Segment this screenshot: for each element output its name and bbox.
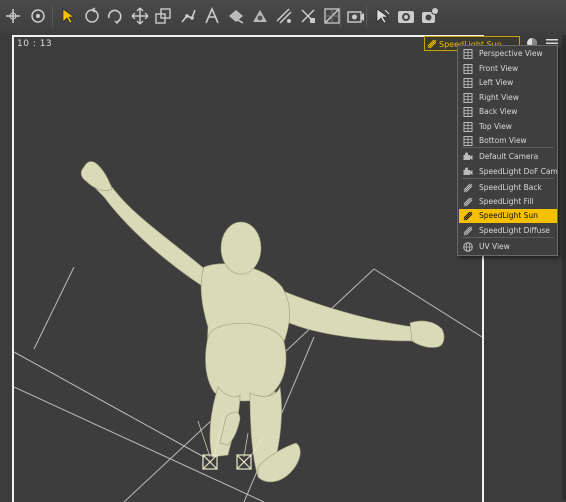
main-toolbar: [0, 0, 566, 35]
transfer-icon[interactable]: [274, 6, 294, 26]
menu-item-label: Right View: [479, 93, 519, 102]
node-selection-icon[interactable]: [28, 6, 48, 26]
node-weight-icon[interactable]: [202, 6, 222, 26]
render-settings-icon[interactable]: [420, 6, 440, 26]
menu-item-perspective-view[interactable]: Perspective View: [459, 47, 557, 61]
menu-item-label: Left View: [479, 78, 514, 87]
surface-selection-icon[interactable]: [226, 6, 246, 26]
menu-item-speedlight-diffuse[interactable]: SpeedLight Diffuse: [459, 224, 557, 238]
menu-item-right-view[interactable]: Right View: [459, 91, 557, 105]
translate-icon[interactable]: [130, 6, 150, 26]
view-grid-icon: [463, 136, 473, 146]
geometry-editor-icon[interactable]: [250, 6, 270, 26]
spot-render-icon[interactable]: [372, 6, 392, 26]
scale-icon[interactable]: [153, 6, 173, 26]
menu-item-speedlight-sun[interactable]: SpeedLight Sun: [459, 209, 557, 223]
menu-item-label: SpeedLight DoF Cam: [479, 167, 558, 176]
spotlight-icon: [463, 197, 473, 207]
spotlight-icon: [463, 211, 473, 221]
render-icon[interactable]: [396, 6, 416, 26]
orbit-icon[interactable]: [105, 6, 125, 26]
menu-item-label: Perspective View: [479, 49, 543, 58]
menu-item-label: Front View: [479, 64, 519, 73]
toolbar-separator: [366, 5, 367, 27]
camera-icon: [463, 152, 473, 160]
menu-item-speedlight-dof-cam[interactable]: SpeedLight DoF Cam: [459, 165, 558, 179]
view-grid-icon: [463, 107, 473, 117]
menu-separator: [462, 237, 554, 238]
menu-item-label: Default Camera: [479, 152, 539, 161]
menu-item-label: SpeedLight Back: [479, 183, 542, 192]
menu-separator: [462, 178, 554, 179]
toolbar-separator: [52, 5, 53, 27]
spotlight-icon: [463, 226, 473, 236]
menu-item-default-camera[interactable]: Default Camera: [459, 150, 557, 164]
menu-item-label: UV View: [479, 242, 510, 251]
menu-item-label: SpeedLight Diffuse: [479, 226, 550, 235]
toolbar-separator: [340, 5, 341, 27]
camera-icon: [463, 167, 473, 175]
menu-item-back-view[interactable]: Back View: [459, 105, 557, 119]
menu-item-speedlight-back[interactable]: SpeedLight Back: [459, 181, 557, 195]
rotate-view-icon[interactable]: [82, 6, 102, 26]
menu-item-label: Back View: [479, 107, 518, 116]
spotlight-icon: [463, 183, 473, 193]
menu-item-label: Top View: [479, 122, 512, 131]
spotlight-icon: [427, 39, 437, 49]
select-arrow-icon[interactable]: [58, 6, 78, 26]
menu-item-left-view[interactable]: Left View: [459, 76, 557, 90]
view-grid-icon: [463, 93, 473, 103]
menu-item-bottom-view[interactable]: Bottom View: [459, 134, 557, 148]
menu-item-speedlight-fill[interactable]: SpeedLight Fill: [459, 195, 557, 209]
region-navigator-icon[interactable]: [298, 6, 318, 26]
menu-item-label: SpeedLight Fill: [479, 197, 534, 206]
human-figure: [80, 161, 445, 483]
view-grid-icon: [463, 78, 473, 88]
3d-viewport[interactable]: 10 : 13: [12, 35, 484, 502]
side-panel-edge: [562, 35, 566, 500]
view-grid-icon: [463, 64, 473, 74]
camera-tool-icon[interactable]: [346, 6, 366, 26]
menu-item-top-view[interactable]: Top View: [459, 120, 557, 134]
menu-item-front-view[interactable]: Front View: [459, 62, 557, 76]
camera-view-menu: Perspective View Front View Left View Right…: [457, 45, 558, 256]
view-grid-icon: [463, 122, 473, 132]
menu-item-label: SpeedLight Sun: [479, 211, 538, 220]
globe-icon: [463, 242, 473, 252]
joint-editor-icon[interactable]: [178, 6, 198, 26]
grid-tool-icon[interactable]: [322, 6, 342, 26]
grid-line: [14, 351, 205, 458]
universal-tool-icon[interactable]: [3, 6, 23, 26]
scene-render[interactable]: [14, 37, 482, 502]
grid-line: [33, 266, 75, 350]
menu-separator: [462, 147, 554, 148]
menu-item-uv-view[interactable]: UV View: [459, 240, 557, 254]
view-grid-icon: [463, 49, 473, 59]
menu-item-label: Bottom View: [479, 136, 527, 145]
